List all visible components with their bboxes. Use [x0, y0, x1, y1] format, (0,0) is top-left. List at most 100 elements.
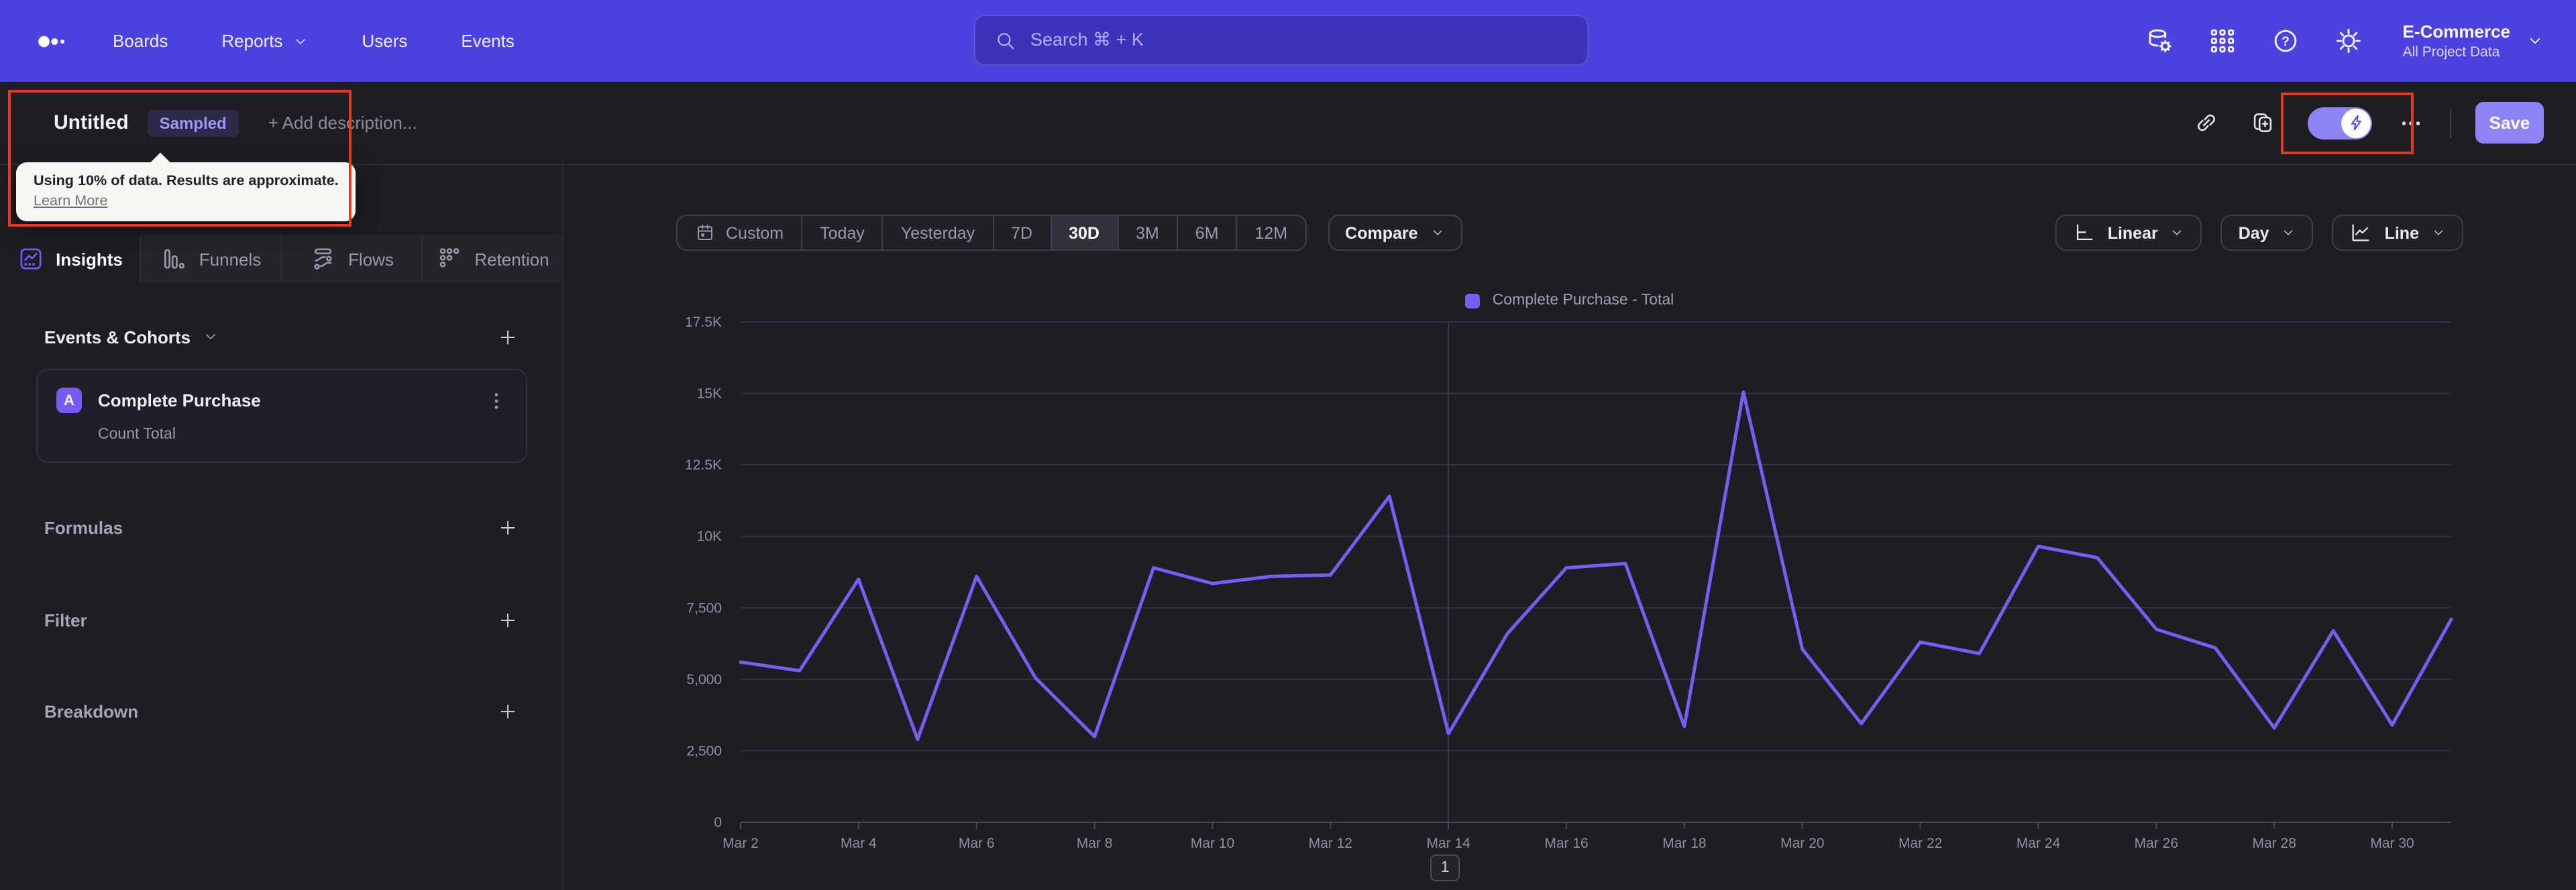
legend-swatch	[1465, 293, 1481, 308]
main-menu: Boards Reports Users Events	[113, 31, 515, 51]
svg-text:12.5K: 12.5K	[685, 457, 722, 473]
svg-text:7,500: 7,500	[686, 600, 722, 616]
flows-icon	[309, 245, 336, 272]
app-window: Boards Reports Users Events Search ⌘ + K…	[0, 0, 2576, 890]
svg-text:Mar 30: Mar 30	[2370, 836, 2414, 851]
chevron-down-icon	[1430, 225, 1445, 240]
chevron-down-icon	[2526, 32, 2544, 50]
range-button-7d[interactable]: 7D	[994, 216, 1052, 249]
tab-funnels[interactable]: Funnels	[141, 235, 282, 283]
compare-button[interactable]: Compare	[1328, 215, 1462, 251]
sampling-toggle[interactable]	[2308, 107, 2372, 139]
search-placeholder: Search ⌘ + K	[1030, 30, 1144, 50]
save-button[interactable]: Save	[2475, 102, 2544, 144]
svg-text:Mar 24: Mar 24	[2017, 836, 2061, 851]
svg-text:Mar 18: Mar 18	[1662, 836, 1706, 851]
day-dropdown[interactable]: Day	[2220, 215, 2314, 251]
section-filter: Filter	[44, 606, 518, 633]
svg-text:15K: 15K	[697, 386, 722, 402]
events-cohorts-header: Events & Cohorts	[44, 323, 518, 350]
chart-panel: Custom Today Yesterday 7D 30D 3M 6M 12M Compare…	[564, 165, 2576, 890]
calendar-icon	[695, 223, 715, 243]
add-filter-button[interactable]	[498, 610, 518, 630]
svg-text:5,000: 5,000	[686, 672, 722, 687]
event-card-complete-purchase[interactable]: A Complete Purchase Count Total	[36, 369, 527, 463]
mixpanel-logo-icon[interactable]	[32, 27, 72, 54]
chart-legend: Complete Purchase - Total	[564, 292, 2576, 309]
sampling-tooltip-text: Using 10% of data. Results are approxima…	[34, 173, 339, 189]
kebab-menu-icon[interactable]	[486, 390, 507, 411]
sampling-tooltip: Using 10% of data. Results are approxima…	[16, 162, 356, 221]
settings-gear-icon[interactable]	[2334, 27, 2363, 55]
report-type-tabs: Insights Funnels Flows Retention	[0, 235, 562, 283]
line-dropdown[interactable]: Line	[2332, 215, 2463, 251]
range-button-6m[interactable]: 6M	[1178, 216, 1238, 249]
range-button-today[interactable]: Today	[802, 216, 883, 249]
tab-insights[interactable]: Insights	[0, 235, 141, 283]
events-cohorts-label[interactable]: Events & Cohorts	[44, 327, 219, 347]
range-button-custom[interactable]: Custom	[678, 216, 803, 249]
legend-label: Complete Purchase - Total	[1492, 292, 1674, 309]
learn-more-link[interactable]: Learn More	[34, 193, 107, 209]
top-nav: Boards Reports Users Events Search ⌘ + K…	[0, 0, 2576, 82]
more-options-icon[interactable]	[2399, 111, 2423, 135]
lightning-bolt-icon	[2347, 114, 2365, 131]
add-event-button[interactable]	[498, 327, 518, 347]
nav-item-users[interactable]: Users	[362, 31, 407, 51]
retention-icon	[435, 245, 462, 272]
svg-text:Mar 8: Mar 8	[1077, 836, 1113, 851]
svg-text:2,500: 2,500	[686, 743, 722, 759]
svg-text:Mar 6: Mar 6	[959, 836, 995, 851]
linear-dropdown[interactable]: Linear	[2055, 215, 2202, 251]
svg-text:0: 0	[714, 815, 722, 830]
toggle-knob	[2341, 108, 2371, 137]
report-title[interactable]: Untitled	[54, 111, 129, 134]
divider	[2450, 108, 2451, 137]
chart-controls: Custom Today Yesterday 7D 30D 3M 6M 12M Compare…	[564, 215, 2576, 251]
add-to-board-icon[interactable]	[2250, 110, 2275, 135]
data-management-icon[interactable]	[2145, 27, 2174, 55]
tab-retention[interactable]: Retention	[423, 235, 562, 283]
range-button-12m[interactable]: 12M	[1238, 216, 1305, 249]
range-button-3m[interactable]: 3M	[1118, 216, 1178, 249]
copy-link-icon[interactable]	[2194, 110, 2219, 135]
line-chart[interactable]: 0 2,500 5,000 7,500 10K 12.5K 15K 17.5K Mar 2 Mar…	[564, 165, 2576, 890]
svg-text:Mar 26: Mar 26	[2135, 836, 2178, 851]
svg-text:Mar 28: Mar 28	[2253, 836, 2296, 851]
range-button-30d[interactable]: 30D	[1051, 216, 1118, 249]
chevron-down-icon	[2170, 225, 2185, 240]
tab-flows[interactable]: Flows	[282, 235, 423, 283]
report-title-bar: Untitled Sampled + Add description... Sa…	[0, 82, 2576, 165]
title-bar-actions: Save	[2194, 102, 2544, 144]
series-letter-badge: A	[56, 388, 82, 413]
nav-item-reports[interactable]: Reports	[221, 31, 308, 51]
nav-item-boards[interactable]: Boards	[113, 31, 168, 51]
nav-item-events[interactable]: Events	[461, 31, 515, 51]
svg-text:Mar 22: Mar 22	[1898, 836, 1942, 851]
svg-text:Mar 16: Mar 16	[1544, 836, 1588, 851]
add-breakdown-button[interactable]	[498, 701, 518, 721]
chevron-down-icon	[292, 33, 308, 49]
svg-text:Mar 20: Mar 20	[1780, 836, 1824, 851]
range-button-yesterday[interactable]: Yesterday	[883, 216, 994, 249]
svg-text:Mar 2: Mar 2	[722, 836, 759, 851]
search-input[interactable]: Search ⌘ + K	[974, 15, 1589, 66]
help-icon[interactable]: ?	[2271, 27, 2300, 55]
project-selector[interactable]: E-Commerce All Project Data	[2403, 21, 2544, 60]
svg-text:Mar 14: Mar 14	[1426, 836, 1470, 851]
chevron-down-icon	[2431, 225, 2446, 240]
pagination-page-1[interactable]: 1	[1430, 854, 1460, 881]
add-description-field[interactable]: + Add description...	[268, 113, 417, 133]
formulas-label: Formulas	[44, 517, 123, 537]
section-formulas: Formulas	[44, 514, 518, 541]
section-breakdown: Breakdown	[44, 698, 518, 724]
insights-icon	[17, 245, 44, 272]
sampled-badge[interactable]: Sampled	[147, 109, 239, 136]
add-formula-button[interactable]	[498, 517, 518, 537]
filter-label: Filter	[44, 610, 87, 630]
apps-grid-icon[interactable]	[2208, 27, 2237, 55]
event-card-row: A Complete Purchase	[56, 388, 507, 413]
event-aggregation[interactable]: Count Total	[98, 427, 507, 443]
svg-text:10K: 10K	[697, 529, 722, 545]
event-name: Complete Purchase	[98, 390, 261, 410]
